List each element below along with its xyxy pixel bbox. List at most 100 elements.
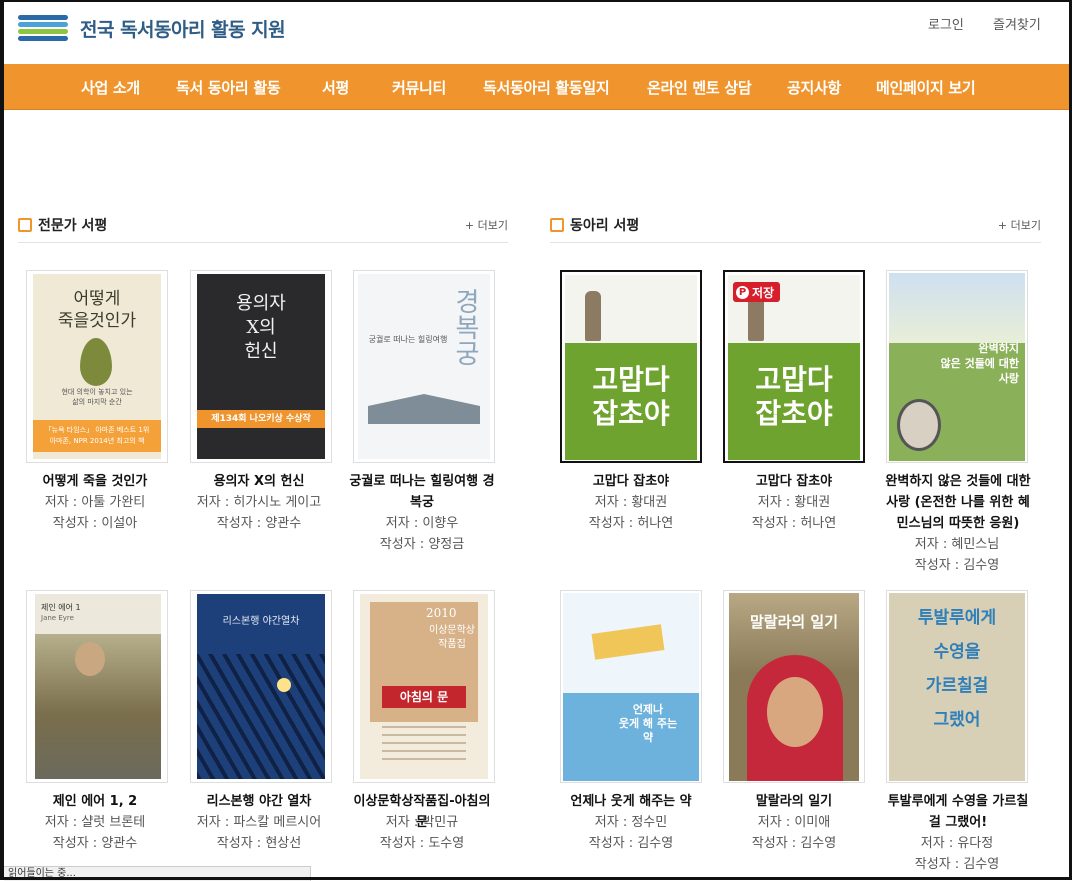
- expert-review-header: 전문가 서평 + 더보기: [18, 212, 508, 243]
- book-writer: 작성자 : 양관수: [52, 836, 138, 851]
- portrait-icon: [767, 677, 823, 747]
- book-title[interactable]: 투발루에게 수영을 가르칠 걸 그랬어!: [882, 791, 1034, 833]
- cover-title: 말랄라의 일기: [749, 613, 839, 631]
- book-cover[interactable]: 완벽하지 않은 것들에 대한 사랑: [886, 270, 1028, 463]
- book-writer: 작성자 : 양정금: [379, 537, 465, 552]
- expert-more-link[interactable]: + 더보기: [465, 217, 508, 233]
- main-nav: 사업 소개 독서 동아리 활동 서평 커뮤니티 독서동아리 활동일지 온라인 멘…: [4, 64, 1069, 110]
- book-cover[interactable]: 2010 이상문학상 작품집 아침의 문: [353, 590, 495, 783]
- nav-activity-log[interactable]: 독서동아리 활동일지: [483, 77, 610, 98]
- book-title[interactable]: 고맙다 잡초야: [556, 471, 706, 492]
- cover-title: 경복궁: [450, 288, 480, 366]
- book-title[interactable]: 어떻게 죽을 것인가: [20, 471, 170, 492]
- cover-subtitle: 현대 의학이 놓치고 있는 삶의 마지막 순간: [61, 388, 133, 406]
- book-title[interactable]: 완벽하지 않은 것들에 대한 사랑 (온전한 나를 위한 혜민스님의 따뜻한 응…: [882, 471, 1034, 534]
- palace-roof-icon: [368, 394, 480, 424]
- nav-review[interactable]: 서평: [322, 77, 349, 98]
- site-title[interactable]: 전국 독서동아리 활동 지원: [80, 15, 286, 42]
- book-cover[interactable]: 고맙다 잡초야 P 저장: [723, 270, 865, 463]
- book-author: 저자 : 이향우: [385, 516, 459, 531]
- book-writer: 작성자 : 도수영: [379, 836, 465, 851]
- book-author: 저자 : 황대권: [594, 495, 668, 510]
- cover-title: 제인 에어 1: [41, 603, 81, 612]
- leaf-icon: [80, 338, 112, 386]
- book-author: 저자 : 유다정: [920, 836, 994, 851]
- book-title[interactable]: 말랄라의 일기: [719, 791, 869, 812]
- book-title[interactable]: 고맙다 잡초야: [719, 471, 869, 492]
- cover-lines: [382, 726, 466, 766]
- person-icon: [585, 291, 601, 341]
- sky-image: [889, 273, 1025, 343]
- cover-title: 투발루에게 수영을 가르칠걸 그랬어: [917, 608, 997, 730]
- book-cover[interactable]: 경복궁 궁궐로 떠나는 힐링여행: [353, 270, 495, 463]
- book-title[interactable]: 용의자 X의 헌신: [184, 471, 334, 492]
- nav-notice[interactable]: 공지사항: [787, 77, 841, 98]
- browser-status-bar: 읽어들이는 중...: [4, 866, 311, 881]
- pinterest-save-button[interactable]: P 저장: [733, 282, 781, 302]
- book-title[interactable]: 리스본행 야간 열차: [184, 791, 334, 812]
- cover-title: 어떻게 죽을것인가: [57, 289, 137, 331]
- book-writer: 작성자 : 김수영: [914, 558, 1000, 573]
- nav-community[interactable]: 커뮤니티: [392, 77, 446, 98]
- book-title[interactable]: 언제나 웃게 해주는 약: [556, 791, 706, 812]
- book-author: 저자 : 파스칼 메르시어: [196, 815, 322, 830]
- section-title: 전문가 서평: [38, 218, 108, 234]
- book-writer: 작성자 : 허나연: [588, 516, 674, 531]
- pinterest-icon: P: [736, 285, 749, 299]
- book-cover[interactable]: 리스본행 야간열차: [190, 590, 332, 783]
- book-writer: 작성자 : 양관수: [216, 516, 302, 531]
- book-cover[interactable]: 어떻게 죽을것인가 현대 의학이 놓치고 있는 삶의 마지막 순간 「뉴욕 타임…: [26, 270, 168, 463]
- book-writer: 작성자 : 이설아: [52, 516, 138, 531]
- book-writer: 작성자 : 김수영: [751, 836, 837, 851]
- cover-band: 「뉴욕 타임스」 아마존 베스트 1위 아마존, NPR 2014년 최고의 책: [33, 420, 161, 452]
- nav-mentor[interactable]: 온라인 멘토 상담: [647, 77, 752, 98]
- club-review-header: 동아리 서평 + 더보기: [550, 212, 1041, 243]
- cover-title: 용의자 X의 헌신: [236, 293, 286, 362]
- book-author: 저자 : 아툴 가완티: [44, 495, 146, 510]
- book-cover[interactable]: 제인 에어 1 Jane Eyre: [26, 590, 168, 783]
- cover-year: 2010: [426, 606, 457, 620]
- section-bullet-icon: [18, 218, 32, 232]
- book-title[interactable]: 제인 에어 1, 2: [20, 791, 170, 812]
- cover-subtitle: Jane Eyre: [41, 614, 74, 622]
- boat-icon: [591, 624, 665, 660]
- book-writer: 작성자 : 김수영: [914, 857, 1000, 872]
- logo-icon[interactable]: [18, 15, 68, 43]
- book-author: 저자 : 박민규: [385, 815, 459, 830]
- cover-band: 아침의 문: [382, 686, 466, 708]
- cover-subtitle: 궁궐로 떠나는 힐링여행: [368, 335, 448, 344]
- cover-band: 제134회 나오키상 수상작: [197, 410, 325, 428]
- book-author: 저자 : 샬럿 브론테: [44, 815, 146, 830]
- book-writer: 작성자 : 현상선: [216, 836, 302, 851]
- cover-title: 완벽하지 않은 것들에 대한 사랑: [940, 342, 1020, 385]
- lamp-icon: [277, 678, 291, 692]
- book-writer: 작성자 : 허나연: [751, 516, 837, 531]
- book-title[interactable]: 궁궐로 떠나는 힐링여행 경복궁: [347, 471, 497, 513]
- favorites-link[interactable]: 즐겨찾기: [993, 14, 1041, 33]
- nav-about[interactable]: 사업 소개: [81, 77, 140, 98]
- portrait-icon: [75, 642, 105, 676]
- cover-title: 이상문학상 작품집: [429, 625, 475, 650]
- cover-title: 언제나 웃게 해 주는 약: [618, 703, 678, 744]
- book-author: 저자 : 정수민: [594, 815, 668, 830]
- cover-title: 고맙다 잡초야: [592, 363, 670, 430]
- book-cover[interactable]: 고맙다 잡초야: [560, 270, 702, 463]
- portrait-icon: [897, 399, 941, 451]
- save-label: 저장: [752, 285, 775, 300]
- book-cover[interactable]: 언제나 웃게 해 주는 약: [560, 590, 702, 783]
- book-author: 저자 : 황대권: [757, 495, 831, 510]
- book-author: 저자 : 혜민스님: [914, 537, 1000, 552]
- login-link[interactable]: 로그인: [928, 14, 964, 33]
- club-more-link[interactable]: + 더보기: [998, 217, 1041, 233]
- nav-club-activity[interactable]: 독서 동아리 활동: [176, 77, 281, 98]
- section-bullet-icon: [550, 218, 564, 232]
- cover-title: 고맙다 잡초야: [755, 363, 833, 430]
- book-cover[interactable]: 투발루에게 수영을 가르칠걸 그랬어: [886, 590, 1028, 783]
- book-author: 저자 : 이미애: [757, 815, 831, 830]
- nav-main-page[interactable]: 메인페이지 보기: [876, 77, 976, 98]
- cover-title: 리스본행 야간열차: [222, 616, 300, 627]
- book-cover[interactable]: 용의자 X의 헌신 제134회 나오키상 수상작: [190, 270, 332, 463]
- book-author: 저자 : 히가시노 게이고: [196, 495, 322, 510]
- book-writer: 작성자 : 김수영: [588, 836, 674, 851]
- book-cover[interactable]: 말랄라의 일기: [723, 590, 865, 783]
